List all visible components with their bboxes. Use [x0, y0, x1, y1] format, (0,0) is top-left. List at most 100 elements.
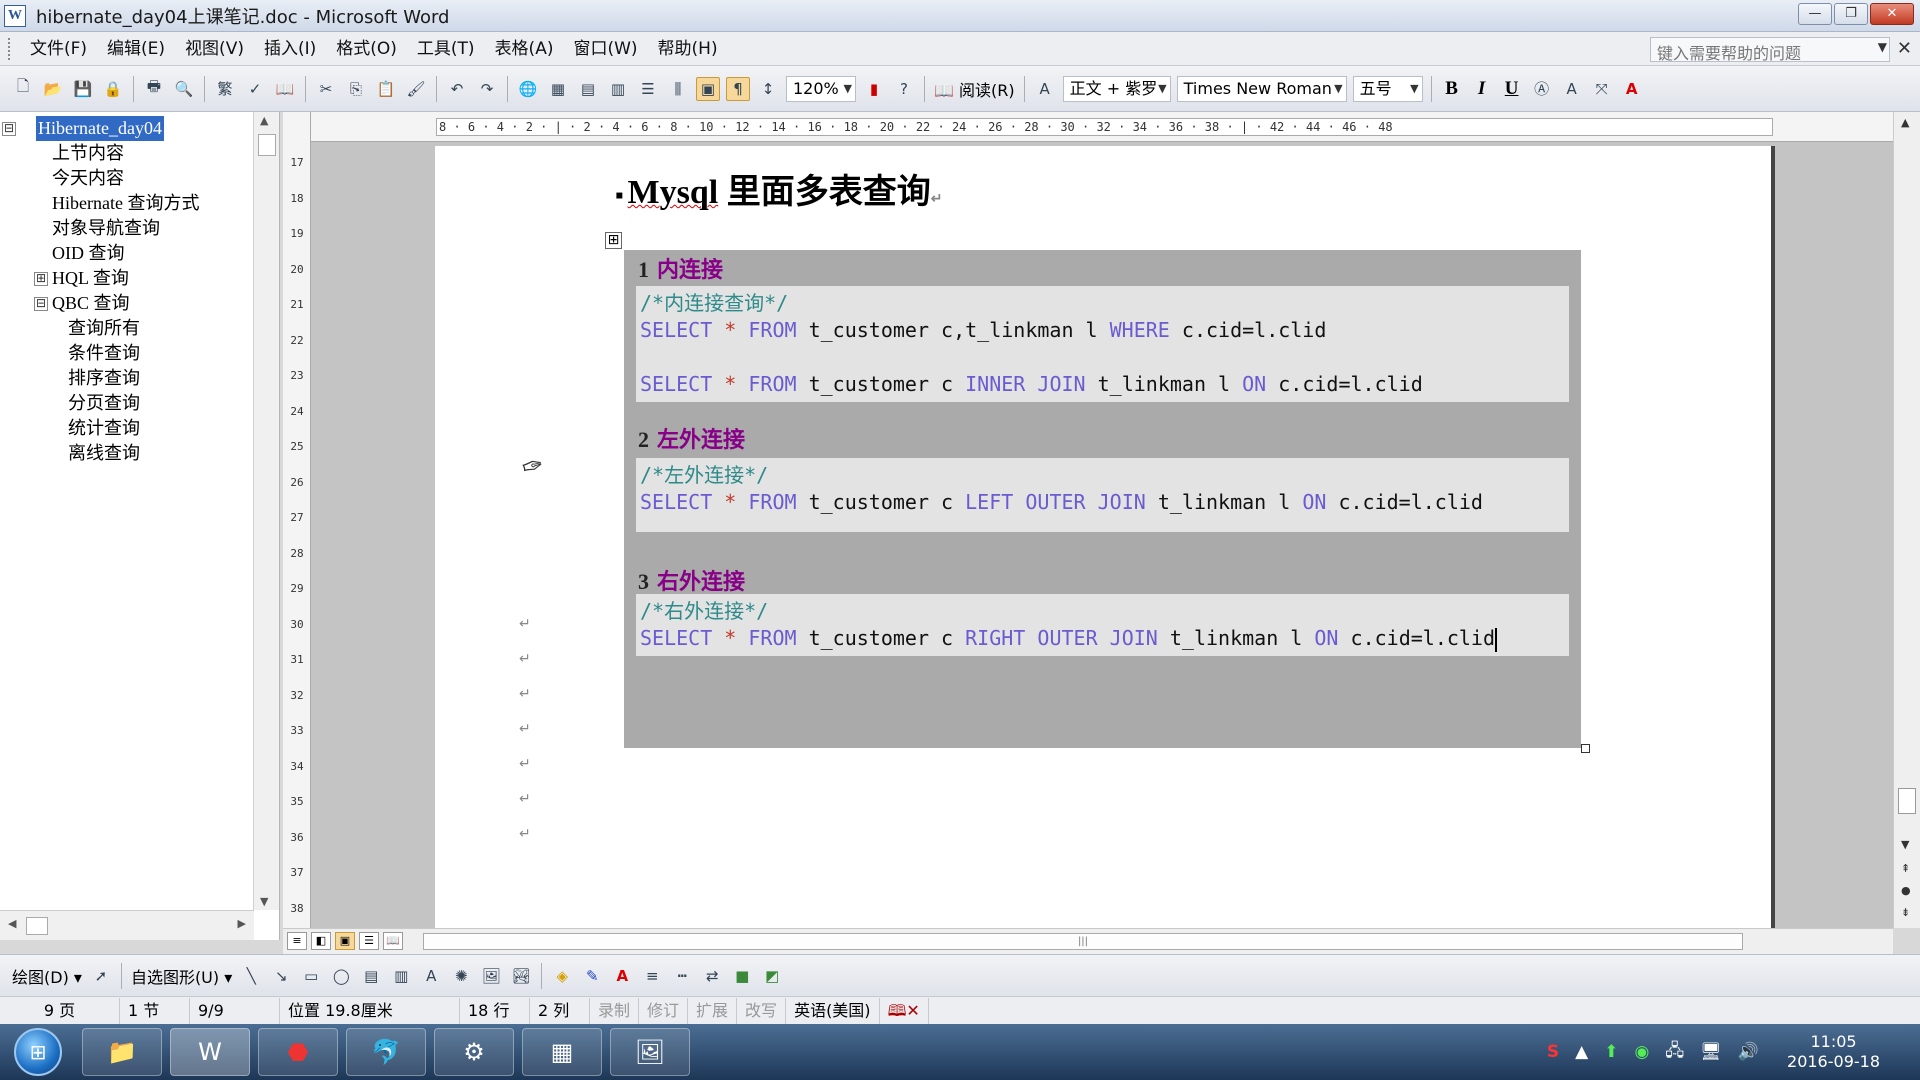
- vertical-textbox-icon[interactable]: ▥: [389, 964, 413, 988]
- sql-code-block[interactable]: /*内连接查询*/SELECT * FROM t_customer c,t_li…: [636, 286, 1569, 402]
- docmap-item[interactable]: 统计查询: [0, 416, 250, 441]
- close-button[interactable]: ✕: [1870, 3, 1914, 25]
- redo-icon[interactable]: ↷: [475, 77, 499, 101]
- outline-view-icon[interactable]: ☰: [359, 932, 379, 950]
- docmap-item[interactable]: ⊞ HQL 查询: [0, 266, 250, 291]
- status-track-changes[interactable]: 修订: [639, 997, 689, 1024]
- wordart-icon[interactable]: A: [419, 964, 443, 988]
- underline-button[interactable]: U: [1500, 78, 1524, 100]
- print-layout-view-icon[interactable]: ▣: [335, 932, 355, 950]
- scroll-up-icon[interactable]: ▲: [1901, 116, 1909, 129]
- code-table[interactable]: 1 内连接/*内连接查询*/SELECT * FROM t_customer c,…: [624, 250, 1581, 748]
- char-shading-icon[interactable]: A: [1560, 77, 1584, 101]
- spelling-status-icon[interactable]: 🕮✕: [880, 997, 929, 1024]
- docmap-item[interactable]: Hibernate 查询方式: [0, 191, 250, 216]
- scroll-up-icon[interactable]: ▲: [260, 114, 268, 127]
- shadow-icon[interactable]: ■: [730, 964, 754, 988]
- line-color-icon[interactable]: ✎: [580, 964, 604, 988]
- scroll-thumb[interactable]: |||: [423, 933, 1743, 950]
- scroll-thumb[interactable]: [1898, 788, 1916, 814]
- font-select[interactable]: Times New Roman ▼: [1176, 75, 1347, 102]
- web-view-icon[interactable]: ◧: [311, 932, 331, 950]
- collapse-icon[interactable]: ⊟: [2, 122, 16, 136]
- reading-mode-button[interactable]: 📖 阅读(R): [934, 77, 1015, 101]
- scroll-left-icon[interactable]: ◀: [8, 917, 16, 930]
- docmap-item[interactable]: OID 查询: [0, 241, 250, 266]
- bookmark-icon[interactable]: ▮: [862, 77, 886, 101]
- research-icon[interactable]: 📖: [273, 77, 297, 101]
- show-hide-icon[interactable]: ¶: [726, 76, 750, 101]
- docmap-item[interactable]: 分页查询: [0, 391, 250, 416]
- columns-icon[interactable]: ☰: [636, 77, 660, 101]
- fill-color-icon[interactable]: ◈: [550, 964, 574, 988]
- style-select[interactable]: 正文 + 紫罗 ▼: [1062, 75, 1171, 102]
- clipart-icon[interactable]: 🖼: [479, 964, 503, 988]
- status-overtype[interactable]: 改写: [737, 997, 787, 1024]
- security-icon[interactable]: ◉: [1634, 1042, 1649, 1062]
- docmap-item[interactable]: ⊟ Hibernate_day04: [0, 116, 250, 141]
- restore-button[interactable]: ❐: [1834, 3, 1868, 25]
- menu-item-8[interactable]: 帮助(H): [648, 32, 728, 66]
- start-button[interactable]: ⊞: [14, 1028, 62, 1076]
- docmap-item[interactable]: 查询所有: [0, 316, 250, 341]
- horizontal-ruler[interactable]: 8 · 6 · 4 · 2 · | · 2 · 4 · 6 · 8 · 10 ·…: [311, 112, 1893, 142]
- show-hidden-icons-icon[interactable]: ▲: [1575, 1042, 1588, 1062]
- browse-object-icon[interactable]: ●: [1901, 884, 1911, 897]
- insert-table-icon[interactable]: ▤: [576, 77, 600, 101]
- diagram-icon[interactable]: ✺: [449, 964, 473, 988]
- help-dropdown-icon[interactable]: ▼: [1878, 40, 1887, 54]
- picture-icon[interactable]: 🏞: [509, 964, 533, 988]
- drawing-icon[interactable]: ⫼: [666, 77, 690, 101]
- word-app-icon[interactable]: W: [4, 4, 26, 27]
- traditional-chinese-icon[interactable]: 繁: [213, 77, 237, 101]
- menu-item-7[interactable]: 窗口(W): [563, 32, 647, 66]
- reading-view-icon[interactable]: 📖: [383, 932, 403, 950]
- char-border-icon[interactable]: Ⓐ: [1530, 77, 1554, 101]
- menu-item-6[interactable]: 表格(A): [485, 32, 564, 66]
- docmap-item[interactable]: 条件查询: [0, 341, 250, 366]
- taskbar-clock[interactable]: 11:05 2016-09-18: [1787, 1032, 1880, 1072]
- docmap-item[interactable]: 离线查询: [0, 441, 250, 466]
- document-horizontal-scrollbar[interactable]: ≡ ◧ ▣ ☰ 📖 |||: [283, 928, 1893, 954]
- expand-icon[interactable]: ⊞: [34, 272, 48, 286]
- previous-page-icon[interactable]: ⇞: [1901, 862, 1910, 875]
- collapse-icon[interactable]: ⊟: [34, 297, 48, 311]
- arrow-icon[interactable]: ↘: [269, 964, 293, 988]
- menu-item-0[interactable]: 文件(F): [20, 32, 97, 66]
- document-close-icon[interactable]: ✕: [1897, 38, 1912, 59]
- scroll-right-icon[interactable]: ▶: [238, 917, 246, 930]
- device-icon[interactable]: 🖧: [1665, 1038, 1684, 1067]
- status-language[interactable]: 英语(美国): [786, 997, 880, 1024]
- scroll-thumb[interactable]: [26, 917, 48, 935]
- menu-item-3[interactable]: 插入(I): [254, 32, 326, 66]
- minimize-button[interactable]: —: [1798, 3, 1832, 25]
- mysql-taskbar-icon[interactable]: 🐬: [346, 1028, 426, 1076]
- section-heading[interactable]: 2 左外连接: [638, 422, 745, 454]
- draw-menu-button[interactable]: 绘图(D) ▾: [12, 964, 82, 988]
- font-color-icon[interactable]: A: [1620, 77, 1644, 101]
- section-heading[interactable]: 1 内连接: [638, 252, 723, 284]
- status-record[interactable]: 录制: [590, 997, 640, 1024]
- next-page-icon[interactable]: ⇟: [1901, 906, 1910, 919]
- textbox-icon[interactable]: ▤: [359, 964, 383, 988]
- normal-view-icon[interactable]: ≡: [287, 932, 307, 950]
- arrow-style-icon[interactable]: ⇄: [700, 964, 724, 988]
- eclipse-taskbar-icon[interactable]: ⚙: [434, 1028, 514, 1076]
- open-folder-icon[interactable]: 📂: [41, 77, 65, 101]
- table-move-handle-icon[interactable]: ⊞: [605, 232, 622, 249]
- insert-excel-icon[interactable]: ▥: [606, 77, 630, 101]
- zoom-select[interactable]: 120% ▼: [786, 75, 856, 102]
- docmap-item[interactable]: ⊟ QBC 查询: [0, 291, 250, 316]
- new-document-icon[interactable]: 🗋: [11, 77, 35, 101]
- save-icon[interactable]: 💾: [71, 77, 95, 101]
- status-extend[interactable]: 扩展: [688, 997, 738, 1024]
- update-icon[interactable]: ⬆: [1604, 1042, 1618, 1062]
- rectangle-icon[interactable]: ▭: [299, 964, 323, 988]
- spelling-icon[interactable]: ✓: [243, 77, 267, 101]
- 3d-icon[interactable]: ◩: [760, 964, 784, 988]
- scroll-thumb[interactable]: [258, 134, 276, 156]
- styles-formatting-icon[interactable]: A: [1033, 77, 1057, 101]
- document-map-horizontal-scrollbar[interactable]: ◀ ▶: [0, 910, 254, 940]
- scroll-down-icon[interactable]: ▼: [260, 895, 268, 908]
- print-icon[interactable]: 🖶: [142, 77, 166, 101]
